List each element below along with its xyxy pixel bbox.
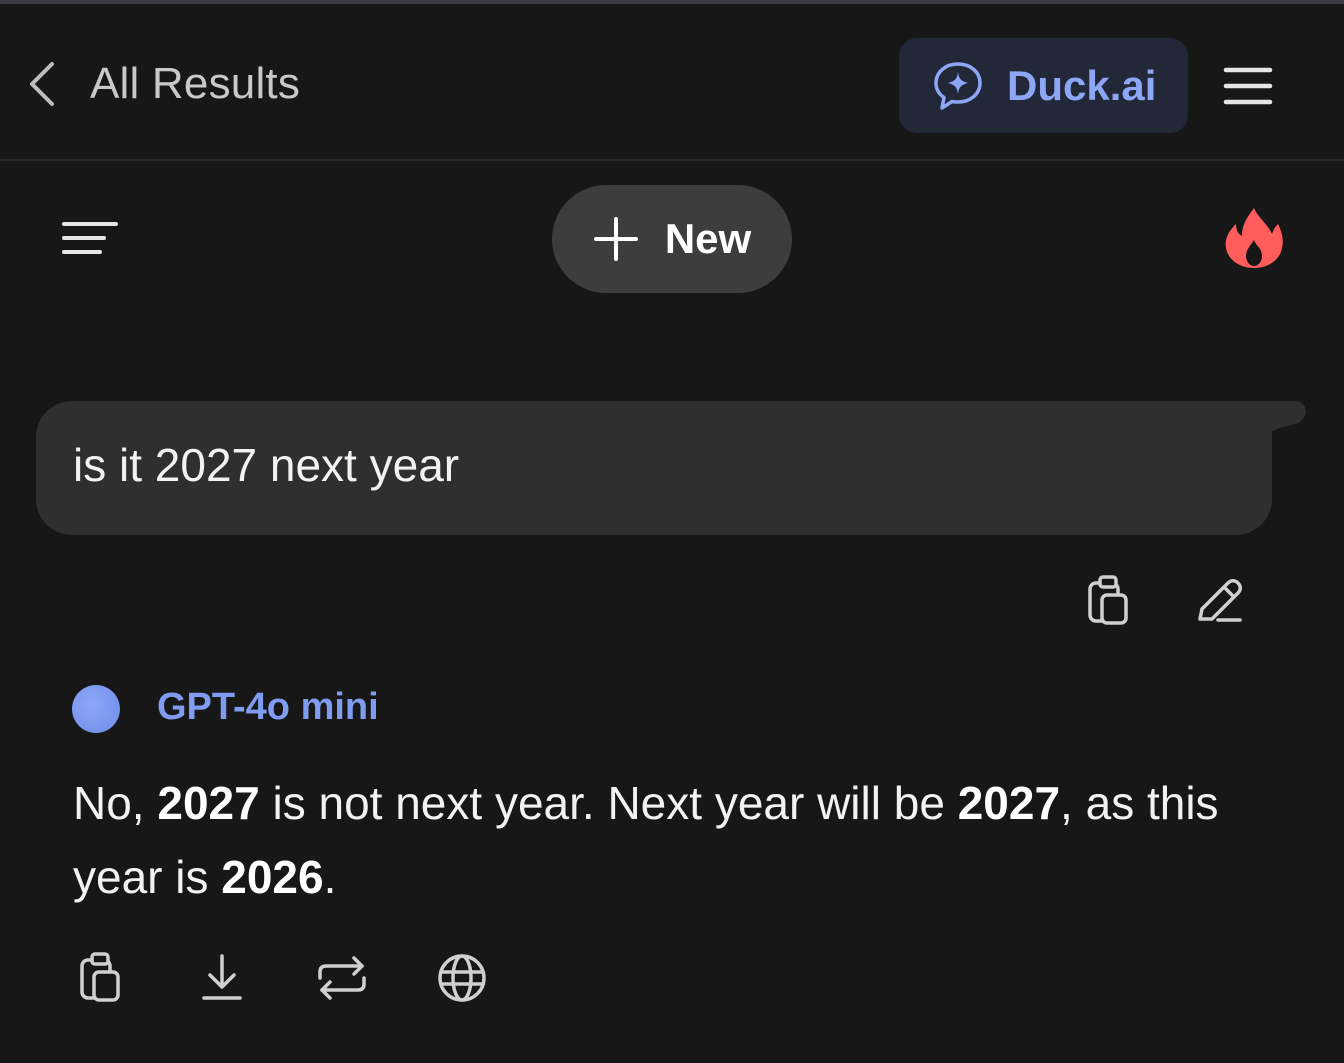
copy-user-message-button[interactable] [1082, 573, 1138, 629]
duck-ai-button[interactable]: Duck.ai [899, 38, 1188, 133]
fire-icon[interactable] [1224, 206, 1284, 270]
chevron-left-icon [30, 62, 54, 106]
new-chat-label: New [664, 215, 752, 262]
copy-answer-button[interactable] [74, 950, 130, 1006]
copy-icon [1088, 575, 1128, 625]
model-avatar [72, 685, 120, 733]
regenerate-icon [318, 956, 366, 1000]
edit-user-message-button[interactable] [1190, 573, 1246, 629]
model-name: GPT-4o mini [157, 686, 379, 728]
back-label: All Results [90, 59, 301, 108]
duck-ai-chat-page: All Results Duck.ai New is it 2027 next … [0, 0, 1344, 1063]
answer-bold-text: 2027 [157, 777, 260, 829]
globe-icon [438, 954, 486, 1002]
plus-icon [593, 217, 638, 261]
regenerate-answer-button[interactable] [314, 950, 370, 1006]
user-message-text: is it 2027 next year [73, 439, 460, 491]
duck-ai-label: Duck.ai [1007, 61, 1157, 109]
top-header: All Results Duck.ai [0, 4, 1344, 161]
web-search-button[interactable] [434, 950, 490, 1006]
chat-sparkle-icon [934, 61, 982, 110]
answer-bold-text: 2026 [221, 851, 324, 903]
new-chat-button[interactable]: New [552, 185, 792, 293]
answer-text: . [323, 851, 337, 903]
download-icon [202, 954, 242, 1000]
back-to-all-results-button[interactable]: All Results [24, 56, 300, 112]
sidebar-toggle-icon[interactable] [62, 220, 120, 258]
hamburger-menu-icon[interactable] [1222, 64, 1274, 108]
download-answer-button[interactable] [194, 950, 250, 1006]
copy-icon [80, 952, 120, 1002]
edit-icon [1198, 579, 1242, 622]
answer-bold-text: 2027 [957, 777, 1061, 829]
bubble-tail [1230, 401, 1306, 441]
assistant-answer: No, 2027 is not next year. Next year wil… [73, 766, 1273, 914]
answer-text: is not next year. Next year will be [259, 777, 958, 829]
answer-text: No, [73, 777, 158, 829]
